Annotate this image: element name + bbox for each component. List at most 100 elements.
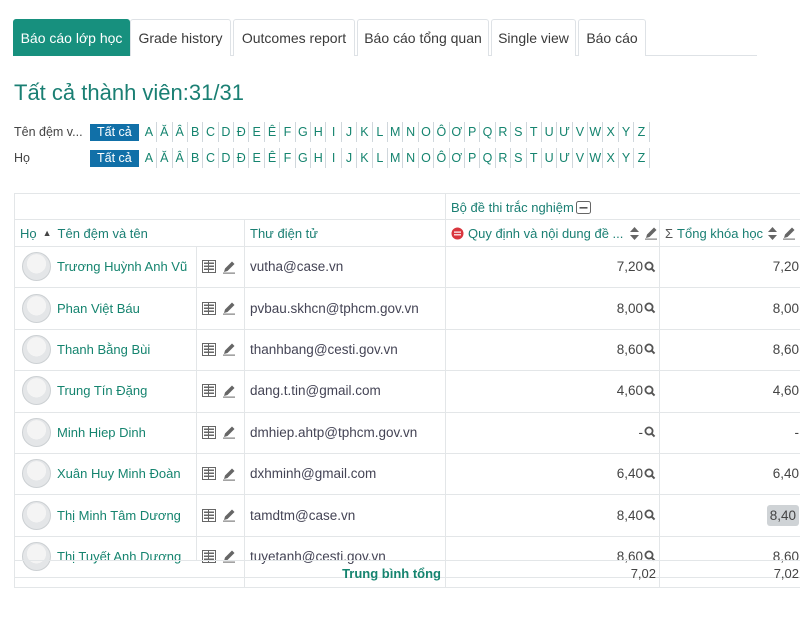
lastname-initial-27[interactable]: Ư <box>557 148 573 168</box>
lastname-initial-23[interactable]: R <box>496 148 512 168</box>
user-report-icon[interactable] <box>202 425 216 439</box>
lastname-all-button[interactable]: Tất cả <box>90 149 139 167</box>
avatar[interactable] <box>22 334 51 364</box>
firstname-sort-link[interactable]: Tên đệm và tên <box>58 226 148 241</box>
firstname-initial-23[interactable]: R <box>496 122 512 142</box>
firstname-initial-4[interactable]: C <box>203 122 219 142</box>
quiz-grade-cell[interactable]: - <box>445 412 656 453</box>
firstname-initial-3[interactable]: B <box>188 122 204 142</box>
tab-outcomes-report[interactable]: Outcomes report <box>233 19 355 56</box>
grade-analysis-icon[interactable] <box>643 385 656 397</box>
total-grade-cell[interactable]: - <box>659 412 800 453</box>
edit-icon[interactable] <box>222 549 236 564</box>
tab-grader-report[interactable]: Báo cáo lớp học <box>13 19 130 56</box>
lastname-initial-20[interactable]: Ơ <box>450 148 465 168</box>
firstname-initial-27[interactable]: Ư <box>557 122 573 142</box>
quiz-grade-cell[interactable]: 7,20 <box>445 246 656 287</box>
sort-icon[interactable] <box>767 226 778 241</box>
edit-icon[interactable] <box>222 260 236 274</box>
user-report-icon[interactable] <box>202 549 216 563</box>
lastname-initial-26[interactable]: U <box>542 148 558 168</box>
firstname-initial-29[interactable]: W <box>588 122 604 142</box>
lastname-initial-19[interactable]: Ô <box>434 148 450 168</box>
edit-icon[interactable] <box>222 342 236 357</box>
lastname-initial-3[interactable]: B <box>188 148 204 168</box>
firstname-initial-30[interactable]: X <box>603 122 619 142</box>
quiz-grade-cell[interactable]: 6,40 <box>445 453 656 494</box>
tab-grade-history[interactable]: Grade history <box>130 19 231 56</box>
grade-analysis-icon[interactable] <box>643 261 656 273</box>
firstname-initial-1[interactable]: Ă <box>157 122 173 142</box>
quiz-grade-cell[interactable]: 8,60 <box>445 329 656 370</box>
user-report-icon[interactable] <box>202 260 216 274</box>
lastname-initial-4[interactable]: C <box>203 148 219 168</box>
edit-icon[interactable] <box>222 425 236 439</box>
lastname-initial-13[interactable]: J <box>342 148 358 168</box>
lastname-initial-24[interactable]: S <box>511 148 527 168</box>
quiz-grade-cell[interactable]: 4,60 <box>445 370 656 411</box>
lastname-initial-32[interactable]: Z <box>634 148 650 168</box>
lastname-initial-14[interactable]: K <box>357 148 373 168</box>
firstname-initial-2[interactable]: Â <box>173 122 188 142</box>
quiz-grade-cell[interactable]: 8,40 <box>445 494 656 535</box>
lastname-sort-link[interactable]: Họ <box>20 226 37 241</box>
firstname-initial-14[interactable]: K <box>357 122 373 142</box>
edit-icon[interactable] <box>222 384 236 398</box>
lastname-initial-7[interactable]: E <box>249 148 265 168</box>
edit-icon[interactable] <box>222 467 236 481</box>
name-column-header[interactable]: Họ ▲ Tên đệm và tên <box>20 220 148 246</box>
student-name-link[interactable]: Trung Tín Đặng <box>57 383 147 398</box>
total-grade-cell[interactable]: 8,40 <box>659 494 799 535</box>
lastname-initial-8[interactable]: Ê <box>265 148 281 168</box>
total-grade-cell[interactable]: 8,00 <box>659 287 799 328</box>
grade-analysis-icon[interactable] <box>643 426 656 438</box>
lastname-initial-17[interactable]: N <box>403 148 419 168</box>
firstname-initial-31[interactable]: Y <box>619 122 635 142</box>
firstname-initial-16[interactable]: M <box>388 122 404 142</box>
user-report-icon[interactable] <box>202 384 216 398</box>
student-name-link[interactable]: Trương Huỳnh Anh Vũ <box>57 259 187 274</box>
user-report-icon[interactable] <box>202 467 216 481</box>
firstname-initial-26[interactable]: U <box>542 122 558 142</box>
firstname-initial-20[interactable]: Ơ <box>450 122 465 142</box>
avatar[interactable] <box>22 417 51 447</box>
firstname-all-button[interactable]: Tất cả <box>90 123 139 141</box>
firstname-initial-13[interactable]: J <box>342 122 358 142</box>
lastname-initial-31[interactable]: Y <box>619 148 635 168</box>
avatar[interactable] <box>22 459 51 489</box>
edit-icon[interactable] <box>782 226 796 240</box>
lastname-initial-25[interactable]: T <box>527 148 542 168</box>
lastname-initial-18[interactable]: O <box>419 148 435 168</box>
avatar[interactable] <box>22 500 51 530</box>
firstname-initial-24[interactable]: S <box>511 122 527 142</box>
edit-icon[interactable] <box>644 226 658 240</box>
user-report-icon[interactable] <box>202 342 216 356</box>
avatar[interactable] <box>22 293 51 323</box>
grade-analysis-icon[interactable] <box>643 468 656 480</box>
collapse-icon[interactable] <box>575 200 591 214</box>
lastname-initial-0[interactable]: A <box>142 148 158 168</box>
firstname-initial-10[interactable]: G <box>296 122 312 142</box>
student-name-link[interactable]: Phan Việt Báu <box>57 301 140 316</box>
tab-overview-report[interactable]: Báo cáo tổng quan <box>357 19 489 56</box>
quiz-column-header[interactable]: Quy định và nội dung đề ... <box>451 220 658 246</box>
student-name-link[interactable]: Thanh Bằng Bùi <box>57 342 150 357</box>
grade-analysis-icon[interactable] <box>643 302 656 314</box>
lastname-initial-12[interactable]: I <box>326 148 342 168</box>
total-column-header[interactable]: Σ Tổng khóa học <box>665 220 796 246</box>
lastname-initial-10[interactable]: G <box>296 148 312 168</box>
tab-single-view[interactable]: Single view <box>491 19 576 56</box>
firstname-initial-28[interactable]: V <box>573 122 589 142</box>
firstname-initial-7[interactable]: E <box>249 122 265 142</box>
firstname-initial-6[interactable]: Đ <box>234 122 250 142</box>
email-column-header[interactable]: Thư điện tử <box>250 220 318 246</box>
lastname-initial-22[interactable]: Q <box>480 148 496 168</box>
edit-icon[interactable] <box>222 301 236 315</box>
lastname-initial-6[interactable]: Đ <box>234 148 250 168</box>
firstname-initial-5[interactable]: D <box>219 122 235 142</box>
lastname-initial-30[interactable]: X <box>603 148 619 168</box>
lastname-initial-29[interactable]: W <box>588 148 604 168</box>
student-name-link[interactable]: Minh Hiep Dinh <box>57 425 146 440</box>
edit-icon[interactable] <box>222 508 236 522</box>
student-name-link[interactable]: Xuân Huy Minh Đoàn <box>57 466 181 481</box>
